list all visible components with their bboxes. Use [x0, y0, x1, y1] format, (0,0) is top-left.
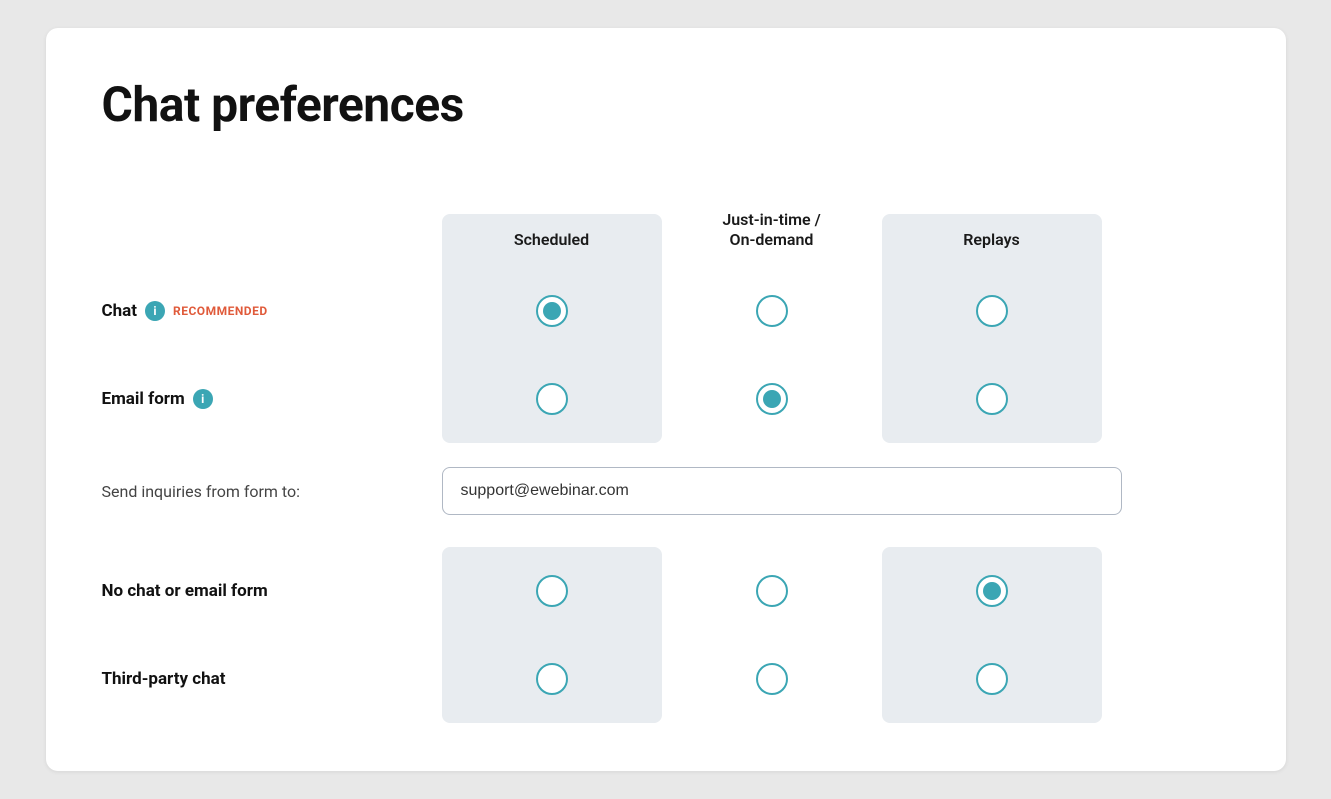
chat-scheduled-cell [442, 267, 662, 355]
chat-scheduled-radio[interactable] [536, 295, 568, 327]
page-title: Chat preferences [102, 76, 1230, 133]
email-replays-radio[interactable] [976, 383, 1008, 415]
header-jit: Just-in-time /On-demand [662, 173, 882, 267]
no-chat-row: No chat or email form [102, 547, 1230, 635]
email-scheduled-radio[interactable] [536, 383, 568, 415]
third-party-label: Third-party chat [102, 641, 442, 717]
no-chat-jit-radio[interactable] [756, 575, 788, 607]
third-party-jit-cell [662, 635, 882, 723]
header-scheduled: Scheduled [442, 214, 662, 267]
no-chat-label: No chat or email form [102, 553, 442, 629]
email-jit-radio[interactable] [756, 383, 788, 415]
chat-replays-radio[interactable] [976, 295, 1008, 327]
email-form-info-icon[interactable]: i [193, 389, 213, 409]
inquiry-label: Send inquiries from form to: [102, 482, 442, 501]
email-scheduled-cell [442, 355, 662, 443]
table-header: Scheduled Just-in-time /On-demand Replay… [102, 173, 1230, 267]
chat-jit-cell [662, 267, 882, 355]
inquiry-section: Send inquiries from form to: [102, 467, 1230, 515]
no-chat-replays-radio-fill [983, 582, 1001, 600]
chat-info-icon[interactable]: i [145, 301, 165, 321]
chat-label: Chat i RECOMMENDED [102, 273, 442, 349]
email-jit-radio-fill [763, 390, 781, 408]
no-chat-scheduled-cell [442, 547, 662, 635]
email-form-label: Email form i [102, 361, 442, 437]
third-party-replays-cell [882, 635, 1102, 723]
recommended-badge: RECOMMENDED [173, 304, 268, 318]
chat-jit-radio[interactable] [756, 295, 788, 327]
inquiry-row: Send inquiries from form to: [102, 467, 1230, 515]
chat-replays-cell [882, 267, 1102, 355]
third-party-row: Third-party chat [102, 635, 1230, 723]
third-party-scheduled-cell [442, 635, 662, 723]
inquiry-email-input[interactable] [442, 467, 1122, 515]
header-replays: Replays [882, 214, 1102, 267]
third-party-replays-radio[interactable] [976, 663, 1008, 695]
preferences-table: Scheduled Just-in-time /On-demand Replay… [102, 173, 1230, 723]
email-jit-cell [662, 355, 882, 443]
no-chat-replays-radio[interactable] [976, 575, 1008, 607]
main-card: Chat preferences Scheduled Just-in-time … [46, 28, 1286, 771]
chat-scheduled-radio-fill [543, 302, 561, 320]
email-form-row: Email form i [102, 355, 1230, 443]
email-replays-cell [882, 355, 1102, 443]
no-chat-scheduled-radio[interactable] [536, 575, 568, 607]
bottom-section: No chat or email form Third-party chat [102, 547, 1230, 723]
chat-row: Chat i RECOMMENDED [102, 267, 1230, 355]
third-party-jit-radio[interactable] [756, 663, 788, 695]
no-chat-replays-cell [882, 547, 1102, 635]
third-party-scheduled-radio[interactable] [536, 663, 568, 695]
no-chat-jit-cell [662, 547, 882, 635]
